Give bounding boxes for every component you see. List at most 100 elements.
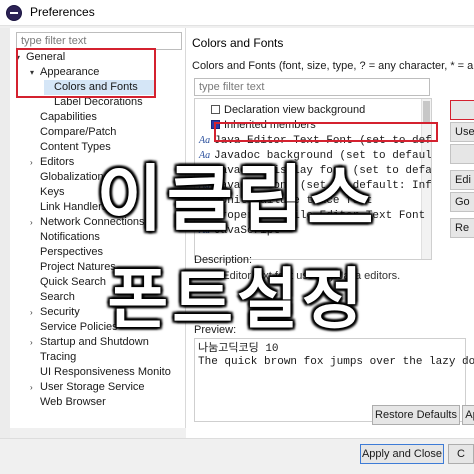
tree-item-label: Network Connections <box>40 216 145 228</box>
tree-item[interactable]: Content Types <box>30 140 111 155</box>
cancel-button[interactable]: C <box>448 444 474 464</box>
list-item-label: Javadoc background (set to default: Info… <box>214 150 432 162</box>
list-item-label: Javadoc font (set to default: Informa <box>214 180 432 192</box>
tree-item[interactable]: › Network Connections <box>30 215 145 230</box>
font-icon: Aa <box>199 135 211 146</box>
list-item[interactable]: AaJava Editor Text Font (set to default:… <box>199 133 432 148</box>
tree-item-label: Security <box>40 306 80 318</box>
font-icon: Aa <box>199 180 211 191</box>
tree-item-label: General <box>26 51 66 63</box>
color-swatch-icon <box>211 105 220 114</box>
tree-filter-input[interactable] <box>16 32 182 50</box>
tree-item-label: Search <box>40 291 75 303</box>
tree-item-label: Project Natures <box>40 261 116 273</box>
chevron-right-icon[interactable]: › <box>30 305 40 320</box>
dialog-button-bar: Apply and Close C <box>0 438 474 474</box>
eclipse-icon <box>6 5 22 21</box>
font-icon: Aa <box>199 195 211 206</box>
colors-fonts-page: Colors and Fonts Colors and Fonts (font,… <box>186 28 474 438</box>
tree-item-label: Tracing <box>40 351 77 363</box>
tree-item-label: Perspectives <box>40 246 103 258</box>
list-item[interactable]: AaJavadoc font (set to default: Informa <box>199 178 432 193</box>
tree-item[interactable]: › Security <box>30 305 80 320</box>
tree-item-label: UI Responsiveness Monito <box>40 366 171 378</box>
preview-label: Preview: <box>194 324 237 336</box>
list-item[interactable]: AaJavadoc display font (set to default: … <box>199 163 432 178</box>
list-item-label: Properties File Editor Text Font (set <box>214 210 431 222</box>
list-item[interactable]: Aa JUnit failure trace font <box>199 193 372 208</box>
tree-item[interactable]: › Startup and Shutdown <box>30 335 149 350</box>
tree-item-label: Capabilities <box>40 111 97 123</box>
tree-item[interactable]: Project Natures <box>30 260 116 275</box>
list-item-label: Javadoc display font (set to default: Di… <box>214 165 432 177</box>
tree-item[interactable]: Tracing <box>30 350 76 365</box>
use-system-font-button[interactable]: Use <box>450 122 474 142</box>
tree-item[interactable]: Colors and Fonts <box>44 80 154 95</box>
tree-item-label: Content Types <box>40 141 111 153</box>
tree-item[interactable]: Capabilities <box>30 110 97 125</box>
tree-item[interactable]: Web Browser <box>30 395 106 410</box>
color-swatch-icon <box>211 120 220 129</box>
tree-item[interactable]: ▾ Appearance <box>30 65 99 80</box>
chevron-down-icon[interactable]: ▾ <box>30 65 40 80</box>
list-item-label: Java Editor Text Font (set to default: C… <box>214 135 432 147</box>
tree-item-label: Quick Search <box>40 276 107 288</box>
expand-button[interactable]: Re <box>450 218 474 238</box>
list-item-label: JUnit failure trace font <box>214 195 373 207</box>
title-bar: Preferences <box>0 0 474 26</box>
tree-item-label: User Storage Service <box>40 381 145 393</box>
colors-filter-input[interactable] <box>194 78 430 96</box>
list-item-label: Declaration view background <box>224 104 366 116</box>
chevron-right-icon[interactable]: › <box>30 215 40 230</box>
edit-button[interactable]: Edi <box>450 170 474 190</box>
tree-item[interactable]: UI Responsiveness Monito <box>30 365 171 380</box>
list-item[interactable]: AaProperties File Editor Text Font (set <box>199 208 431 223</box>
chevron-down-icon[interactable]: ▾ <box>16 50 26 65</box>
list-item[interactable]: Aa JavaScript <box>199 223 280 238</box>
tree-item-label: Globalization <box>40 171 104 183</box>
tree-item[interactable]: › Editors <box>30 155 74 170</box>
tree-item[interactable]: ▾ General <box>16 50 65 65</box>
list-item[interactable]: AaJavadoc background (set to default: In… <box>199 148 432 163</box>
reset-button[interactable] <box>450 144 474 164</box>
tree-item[interactable]: Service Policies <box>30 320 118 335</box>
font-icon: Aa <box>199 210 211 221</box>
tree-item[interactable]: Notifications <box>30 230 100 245</box>
restore-defaults-button[interactable]: Restore Defaults <box>372 405 460 425</box>
chevron-right-icon[interactable]: › <box>30 155 40 170</box>
chevron-right-icon[interactable]: › <box>30 380 40 395</box>
tree-item-label: Compare/Patch <box>40 126 117 138</box>
apply-and-close-button[interactable]: Apply and Close <box>360 444 444 464</box>
tree-item[interactable]: Globalization <box>30 170 104 185</box>
tree-item-label: Label Decorations <box>54 96 143 108</box>
tree-item-label: Startup and Shutdown <box>40 336 149 348</box>
scrollbar-thumb[interactable] <box>423 101 430 123</box>
font-icon: Aa <box>199 165 211 176</box>
editor-strip <box>0 28 10 474</box>
tree-item[interactable]: › User Storage Service <box>30 380 145 395</box>
tree-item-label: Keys <box>40 186 65 198</box>
preference-tree-panel: ▾General▾AppearanceColors and FontsLabel… <box>10 28 186 428</box>
edit-default-button[interactable] <box>450 100 474 120</box>
list-item[interactable]: Inherited members <box>211 118 316 133</box>
tree-item-label: Link Handlers <box>40 201 108 213</box>
apply-button[interactable]: Ap <box>462 405 474 425</box>
tree-item-label: Service Policies <box>40 321 118 333</box>
tree-item[interactable]: Link Handlers <box>30 200 107 215</box>
tree-item[interactable]: Search <box>30 290 75 305</box>
chevron-right-icon[interactable]: › <box>30 335 40 350</box>
list-item-label: Inherited members <box>224 119 316 131</box>
tree-item[interactable]: Keys <box>30 185 64 200</box>
tree-item-label: Web Browser <box>40 396 106 408</box>
list-item[interactable]: Declaration view background <box>211 103 365 118</box>
colors-fonts-list[interactable]: Declaration view background Inherited mem… <box>194 98 432 260</box>
tree-item[interactable]: Perspectives <box>30 245 103 260</box>
go-to-default-button[interactable]: Go <box>450 192 474 212</box>
page-description: Colors and Fonts (font, size, type, ? = … <box>192 60 474 72</box>
window-title: Preferences <box>30 5 95 19</box>
tree-item-label: Colors and Fonts <box>54 81 138 93</box>
tree-item[interactable]: Compare/Patch <box>30 125 116 140</box>
tree-item[interactable]: Label Decorations <box>44 95 143 110</box>
tree-item[interactable]: Quick Search <box>30 275 106 290</box>
description-label: Description: <box>194 254 253 266</box>
